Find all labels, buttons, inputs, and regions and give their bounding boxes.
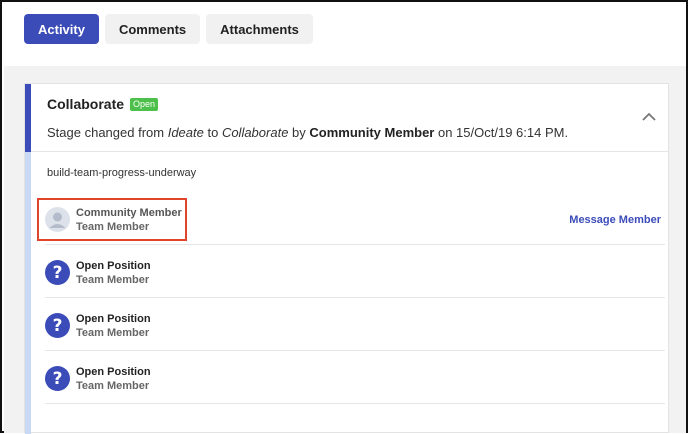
actor-name: Community Member [309, 125, 435, 140]
card-accent-bar-light [25, 152, 31, 434]
timestamp-text: on 15/Oct/19 6:14 PM. [434, 125, 569, 140]
question-mark-icon: ? [45, 313, 70, 338]
activity-panel: Collaborate Open Stage changed from Idea… [4, 66, 686, 434]
member-row: ? Open Position Team Member [45, 298, 665, 351]
card-title: Collaborate [47, 96, 125, 112]
card-header: Collaborate Open Stage changed from Idea… [31, 84, 668, 152]
member-info: Open Position Team Member [76, 259, 151, 287]
question-mark-icon: ? [45, 366, 70, 391]
to-word: to [203, 125, 222, 140]
by-word: by [288, 125, 310, 140]
avatar: ? [45, 366, 70, 391]
member-role: Team Member [76, 327, 150, 339]
chevron-up-icon[interactable] [642, 112, 656, 122]
member-row: ? Open Position Team Member [45, 245, 665, 298]
title-row: Collaborate Open [47, 96, 159, 112]
member-name: Community Member [76, 207, 182, 219]
message-member-link[interactable]: Message Member [569, 214, 661, 226]
from-stage: Ideate [167, 125, 204, 140]
tab-bar: Activity Comments Attachments [24, 14, 313, 44]
member-role: Team Member [76, 221, 150, 233]
activity-card: Collaborate Open Stage changed from Idea… [24, 83, 669, 434]
member-row: Community Member Team Member Message Mem… [37, 192, 665, 245]
stage-tag: build-team-progress-underway [47, 167, 197, 179]
member-name: Open Position [76, 260, 151, 272]
tab-comments[interactable]: Comments [104, 14, 201, 44]
member-info: Community Member Team Member [76, 206, 182, 234]
stage-prefix: Stage changed from [47, 125, 168, 140]
app-frame: Activity Comments Attachments Collaborat… [0, 0, 688, 434]
avatar: ? [45, 260, 70, 285]
tab-attachments[interactable]: Attachments [206, 14, 313, 44]
tab-activity[interactable]: Activity [24, 14, 99, 44]
member-row: ? Open Position Team Member [45, 351, 665, 404]
member-name: Open Position [76, 366, 151, 378]
member-info: Open Position Team Member [76, 312, 151, 340]
user-silhouette-icon [45, 207, 70, 232]
to-stage: Collaborate [221, 125, 289, 140]
member-name: Open Position [76, 313, 151, 325]
avatar [45, 207, 70, 232]
member-role: Team Member [76, 380, 150, 392]
stage-change-text: Stage changed from Ideate to Collaborate… [47, 125, 568, 140]
status-badge: Open [130, 97, 159, 111]
member-info: Open Position Team Member [76, 365, 151, 393]
member-role: Team Member [76, 274, 150, 286]
question-mark-icon: ? [45, 260, 70, 285]
avatar: ? [45, 313, 70, 338]
